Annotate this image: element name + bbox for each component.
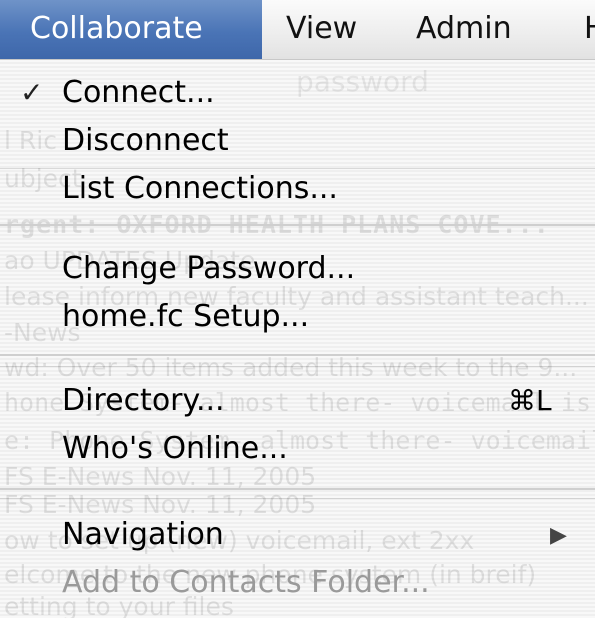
menubar-help-partial[interactable]: H: [584, 0, 595, 59]
menubar-admin[interactable]: Admin: [416, 0, 512, 59]
menu-bar: Collaborate View Admin H: [0, 0, 595, 60]
checkmark-icon: ✓: [20, 76, 44, 109]
menu-item-label: Change Password...: [62, 251, 356, 286]
ghost-divider: [0, 498, 595, 499]
shortcut-command-l: ⌘L: [508, 384, 552, 417]
menu-item-connect[interactable]: ✓ Connect...: [0, 70, 595, 116]
menu-item-label: Who's Online...: [62, 431, 288, 466]
menu-item-change-password[interactable]: Change Password...: [0, 246, 595, 292]
menubar-collaborate[interactable]: Collaborate: [0, 0, 262, 59]
ghost-divider: [0, 366, 595, 367]
menu-item-add-to-contacts-folder: Add to Contacts Folder...: [0, 560, 595, 606]
menu-item-label: Disconnect: [62, 123, 229, 158]
menubar-view[interactable]: View: [286, 0, 357, 59]
menu-item-label: Navigation: [62, 517, 224, 552]
menu-item-directory[interactable]: Directory... ⌘L: [0, 378, 595, 424]
menu-item-label: List Connections...: [62, 171, 338, 206]
menu-item-label: home.fc Setup...: [62, 299, 310, 334]
menu-separator: [0, 354, 595, 356]
menu-item-whos-online[interactable]: Who's Online...: [0, 426, 595, 472]
collaborate-menu: password l Ric ubject rgent: OXFORD HEAL…: [0, 60, 595, 618]
menu-separator: [0, 224, 595, 226]
menu-item-list-connections[interactable]: List Connections...: [0, 166, 595, 212]
menu-item-disconnect[interactable]: Disconnect: [0, 118, 595, 164]
submenu-arrow-icon: ▶: [550, 523, 567, 548]
menu-item-label: Directory...: [62, 383, 225, 418]
menu-item-home-fc-setup[interactable]: home.fc Setup...: [0, 294, 595, 340]
menu-item-label: Add to Contacts Folder...: [62, 565, 430, 600]
menu-separator: [0, 488, 595, 490]
menu-item-label: Connect...: [62, 75, 215, 110]
menu-item-navigation[interactable]: Navigation ▶: [0, 512, 595, 558]
